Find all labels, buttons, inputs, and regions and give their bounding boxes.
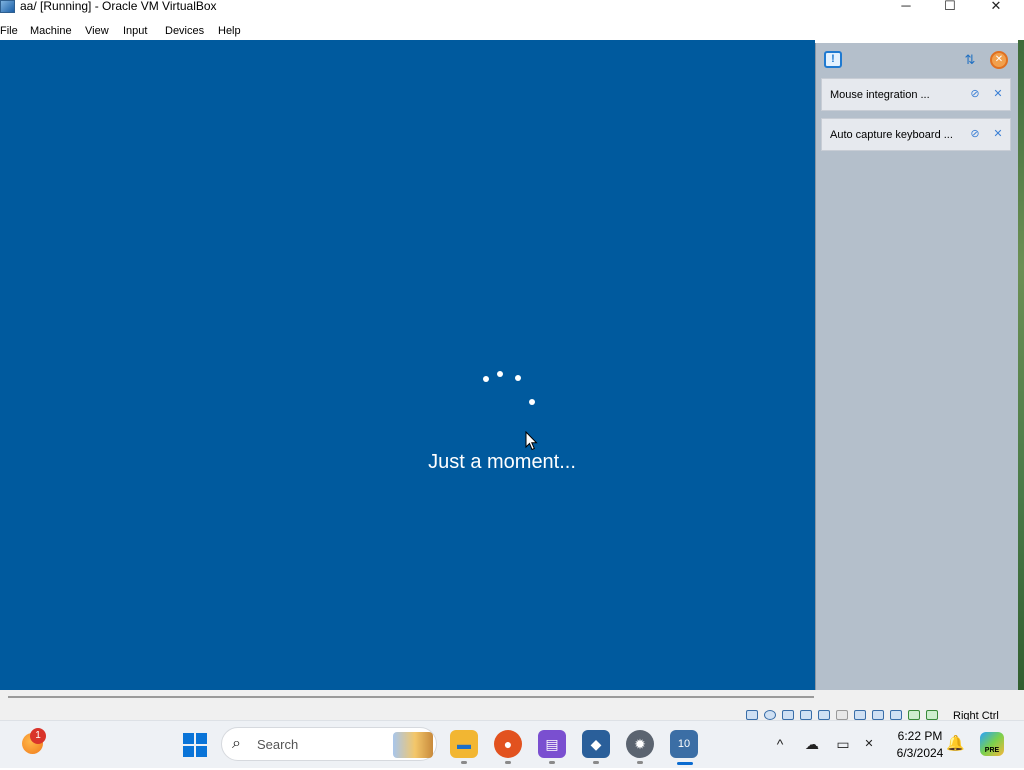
window-title: aa/ [Running] - Oracle VM VirtualBox <box>20 0 217 13</box>
network-icon[interactable] <box>800 710 812 720</box>
bell-icon[interactable]: 🔔 <box>946 735 965 753</box>
taskbar-search[interactable]: ⌕ Search <box>221 727 437 761</box>
settings-icon[interactable]: ✹ <box>626 730 654 758</box>
network-disconnected-icon[interactable]: ✕ <box>859 735 879 753</box>
display-icon[interactable] <box>854 710 866 720</box>
cube-app-icon[interactable]: ◆ <box>582 730 610 758</box>
running-indicator <box>549 761 555 764</box>
loading-spinner-dot <box>497 371 503 377</box>
cpu-icon[interactable] <box>890 710 902 720</box>
maximize-button[interactable]: ☐ <box>927 0 973 14</box>
menu-input[interactable]: Input <box>123 24 147 38</box>
start-button[interactable] <box>183 733 207 757</box>
recording-icon[interactable] <box>872 710 884 720</box>
notes-app-icon[interactable]: ▤ <box>538 730 566 758</box>
shared-folder-icon[interactable] <box>836 710 848 720</box>
windows-logo-tile <box>183 733 194 744</box>
running-indicator <box>461 761 467 764</box>
notification-label: Mouse integration ... <box>830 89 930 101</box>
loading-spinner-dot <box>515 375 521 381</box>
keyboard-icon[interactable] <box>926 710 938 720</box>
running-indicator <box>593 761 599 764</box>
notification-item[interactable]: Auto capture keyboard ... ⊘ ✕ <box>821 118 1011 151</box>
mute-icon[interactable]: ⊘ <box>968 128 982 141</box>
vm-status-bar <box>0 690 1024 720</box>
running-indicator <box>505 761 511 764</box>
notification-item[interactable]: Mouse integration ... ⊘ ✕ <box>821 78 1011 111</box>
menu-help[interactable]: Help <box>218 24 241 38</box>
search-highlight-image <box>393 732 433 758</box>
close-icon[interactable]: ✕ <box>991 88 1005 101</box>
notification-icon[interactable]: ! <box>824 51 842 68</box>
virtualbox-icon[interactable]: 10 <box>670 730 698 758</box>
usb-icon[interactable] <box>818 710 830 720</box>
audio-icon[interactable] <box>782 710 794 720</box>
menu-view[interactable]: View <box>85 24 109 38</box>
title-bar: aa/ [Running] - Oracle VM VirtualBox ─ ☐… <box>0 0 1024 14</box>
notification-badge: 1 <box>30 728 46 744</box>
mouse-integration-icon[interactable] <box>908 710 920 720</box>
hard-disk-icon[interactable] <box>746 710 758 720</box>
active-app-indicator <box>677 762 693 765</box>
loading-spinner-dot <box>529 399 535 405</box>
loading-spinner-dot <box>483 376 489 382</box>
windows-logo-tile <box>196 746 207 757</box>
sort-icon[interactable]: ⇅ <box>962 52 978 68</box>
mute-icon[interactable]: ⊘ <box>968 88 982 101</box>
minimize-button[interactable]: ─ <box>883 0 929 14</box>
taskbar: 1 ⌕ Search ▬ ● ▤ ◆ ✹ 10 ^ ☁ ▭ ✕ 6:22 PM … <box>0 720 1024 768</box>
notification-center: ! ⇅ ✕ Mouse integration ... ⊘ ✕ Auto cap… <box>815 43 1018 703</box>
menu-devices[interactable]: Devices <box>165 24 204 38</box>
menu-file[interactable]: File <box>0 24 18 38</box>
notification-label: Auto capture keyboard ... <box>830 129 953 141</box>
virtualbox-icon <box>0 0 15 13</box>
firefox-icon[interactable]: ● <box>494 730 522 758</box>
host-desktop-edge <box>1018 40 1024 720</box>
vm-display[interactable] <box>0 40 815 690</box>
status-divider <box>8 696 814 698</box>
display-icon[interactable]: ▭ <box>833 735 853 753</box>
search-icon: ⌕ <box>232 735 241 752</box>
mouse-pointer-icon <box>525 431 538 451</box>
close-icon[interactable]: ✕ <box>991 128 1005 141</box>
notification-header: ! ⇅ ✕ <box>816 43 1019 75</box>
copilot-icon[interactable]: PRE <box>980 732 1004 756</box>
windows-logo-tile <box>196 733 207 744</box>
onedrive-icon[interactable]: ☁ <box>802 735 822 753</box>
running-indicator <box>637 761 643 764</box>
menu-bar: File Machine View Input Devices Help <box>0 20 1024 40</box>
close-button[interactable]: ✕ <box>973 0 1019 14</box>
search-placeholder: Search <box>257 737 299 752</box>
file-explorer-icon[interactable]: ▬ <box>450 730 478 758</box>
optical-drive-icon[interactable] <box>764 710 776 720</box>
menu-machine[interactable]: Machine <box>30 24 72 38</box>
show-hidden-icons-chevron-icon[interactable]: ^ <box>770 735 790 753</box>
close-all-icon[interactable]: ✕ <box>990 51 1008 69</box>
windows-logo-tile <box>183 746 194 757</box>
